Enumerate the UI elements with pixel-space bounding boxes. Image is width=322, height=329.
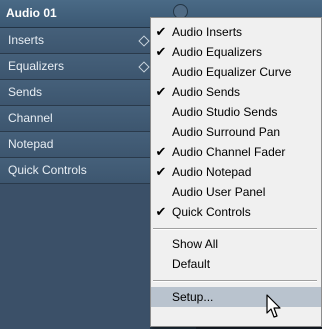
menu-item-audio-notepad[interactable]: ✔ Audio Notepad <box>151 162 321 182</box>
menu-item-label: Audio Channel Fader <box>172 145 286 159</box>
check-icon: ✔ <box>155 144 167 159</box>
inspector-context-menu: ✔ Audio Inserts ✔ Audio Equalizers Audio… <box>150 17 322 327</box>
check-icon: ✔ <box>155 164 167 179</box>
menu-item-label: Audio Sends <box>172 85 241 99</box>
section-label: Sends <box>8 85 43 99</box>
menu-item-audio-studio-sends[interactable]: Audio Studio Sends <box>151 102 321 122</box>
menu-item-label: Quick Controls <box>172 205 251 219</box>
menu-item-label: Audio Inserts <box>172 25 243 39</box>
menu-item-label: Audio Studio Sends <box>172 105 278 119</box>
check-icon: ✔ <box>155 24 167 39</box>
menu-item-audio-equalizers[interactable]: ✔ Audio Equalizers <box>151 42 321 62</box>
menu-item-audio-channel-fader[interactable]: ✔ Audio Channel Fader <box>151 142 321 162</box>
menu-item-audio-inserts[interactable]: ✔ Audio Inserts <box>151 22 321 42</box>
menu-item-label: Setup... <box>172 290 214 304</box>
menu-separator <box>153 280 317 282</box>
menu-item-label: Show All <box>172 237 219 251</box>
section-label: Notepad <box>8 137 54 151</box>
check-icon: ✔ <box>155 44 167 59</box>
section-notepad[interactable]: Notepad <box>0 132 150 158</box>
menu-item-default[interactable]: Default <box>151 254 321 274</box>
section-quick-controls[interactable]: Quick Controls <box>0 158 150 184</box>
menu-item-audio-surround-pan[interactable]: Audio Surround Pan <box>151 122 321 142</box>
menu-item-label: Audio Notepad <box>172 165 252 179</box>
menu-item-label: Audio Equalizer Curve <box>172 65 292 79</box>
track-name: Audio 01 <box>6 6 57 20</box>
menu-item-setup[interactable]: Setup... <box>151 287 321 307</box>
section-label: Channel <box>8 111 53 125</box>
menu-item-quick-controls[interactable]: ✔ Quick Controls <box>151 202 321 222</box>
mouse-pointer-icon <box>266 294 281 318</box>
section-equalizers[interactable]: Equalizers <box>0 54 150 80</box>
section-sends[interactable]: Sends <box>0 80 150 106</box>
check-icon: ✔ <box>155 84 167 99</box>
menu-item-label: Audio User Panel <box>172 185 266 199</box>
menu-item-show-all[interactable]: Show All <box>151 234 321 254</box>
section-label: Equalizers <box>8 59 65 73</box>
menu-item-label: Default <box>172 257 211 271</box>
section-channel[interactable]: Channel <box>0 106 150 132</box>
section-label: Quick Controls <box>8 163 87 177</box>
menu-item-audio-user-panel[interactable]: Audio User Panel <box>151 182 321 202</box>
section-inserts[interactable]: Inserts <box>0 28 150 54</box>
menu-item-audio-sends[interactable]: ✔ Audio Sends <box>151 82 321 102</box>
cubase-window: Audio 01 Inserts Equalizers Sends Channe… <box>0 0 322 329</box>
diamond-icon <box>138 35 150 47</box>
menu-separator <box>153 228 317 230</box>
inspector-sections: Inserts Equalizers Sends Channel Notepad… <box>0 28 150 329</box>
menu-item-label: Audio Equalizers <box>172 45 263 59</box>
menu-item-label: Audio Surround Pan <box>172 125 281 139</box>
menu-item-audio-equalizer-curve[interactable]: Audio Equalizer Curve <box>151 62 321 82</box>
check-icon: ✔ <box>155 204 167 219</box>
diamond-icon <box>138 61 150 73</box>
section-label: Inserts <box>8 33 45 47</box>
